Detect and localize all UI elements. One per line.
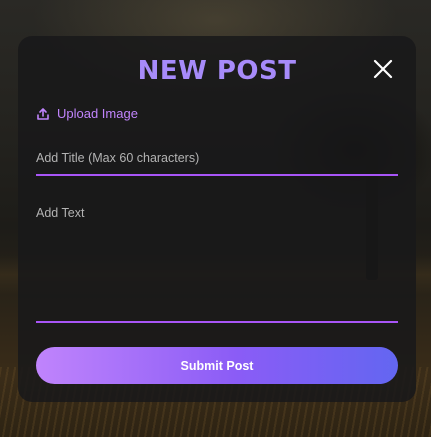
close-icon <box>373 59 393 79</box>
submit-post-button[interactable]: Submit Post <box>36 347 398 384</box>
post-text-input[interactable] <box>36 202 398 323</box>
close-button[interactable] <box>372 58 394 80</box>
upload-image-label: Upload Image <box>57 106 138 121</box>
modal-title: NEW POST <box>137 56 297 86</box>
post-title-input[interactable] <box>36 148 398 176</box>
upload-image-button[interactable]: Upload Image <box>36 106 138 121</box>
new-post-modal: NEW POST Upload Image Submit Post <box>18 36 416 402</box>
upload-icon <box>37 107 49 120</box>
